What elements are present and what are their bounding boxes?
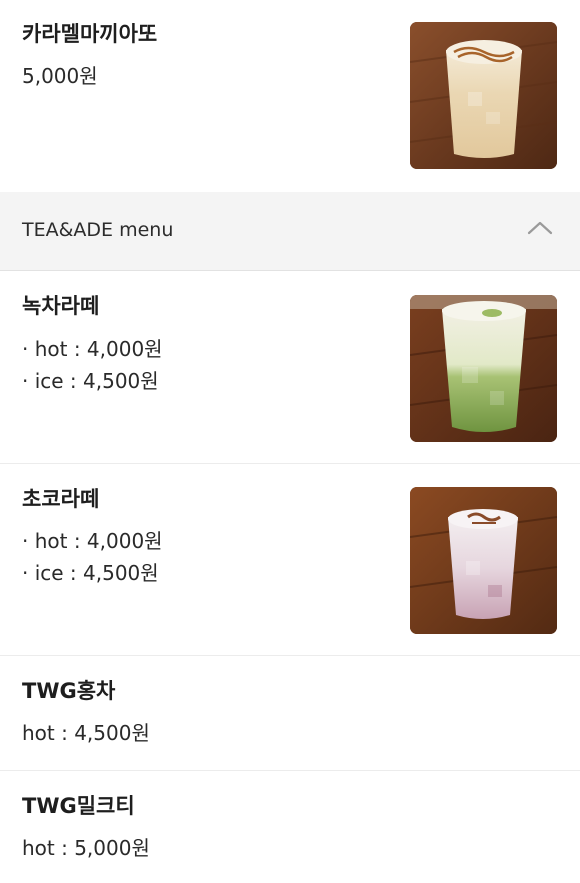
menu-item-green-tea-latte[interactable]: 녹차라떼 · hot : 4,000원 · ice : 4,500원 <box>0 271 580 464</box>
menu-item-price-ice: · ice : 4,500원 <box>22 561 159 585</box>
menu-item-name: 카라멜마끼아또 <box>22 22 158 46</box>
menu-item-photo[interactable] <box>410 22 557 169</box>
menu-item-twg-milk-tea[interactable]: TWG밀크티 hot : 5,000원 <box>0 771 580 883</box>
menu-item-caramel-macchiato[interactable]: 카라멜마끼아또 5,000원 <box>0 0 580 192</box>
chevron-up-icon[interactable] <box>525 217 555 239</box>
menu-item-price-hot: · hot : 4,000원 <box>22 529 163 553</box>
caramel-macchiato-image <box>410 22 557 169</box>
menu-item-price: 5,000원 <box>22 64 98 88</box>
menu-item-photo[interactable] <box>410 295 557 442</box>
menu-item-photo[interactable] <box>410 487 557 634</box>
menu-item-choco-latte[interactable]: 초코라떼 · hot : 4,000원 <box>0 464 580 656</box>
green-tea-latte-image <box>410 295 557 442</box>
choco-latte-image <box>410 487 557 634</box>
menu-item-name: TWG홍차 <box>22 679 116 703</box>
menu-item-name: TWG밀크티 <box>22 794 135 818</box>
menu-item-price: hot : 4,500원 <box>22 721 150 745</box>
menu-item-price-hot: · hot : 4,000원 <box>22 337 163 361</box>
menu-item-price: hot : 5,000원 <box>22 836 150 860</box>
section-title: TEA&ADE menu <box>22 219 174 241</box>
menu-item-price-ice: · ice : 4,500원 <box>22 369 159 393</box>
menu-item-name: 녹차라떼 <box>22 294 100 318</box>
menu-item-name: 초코라떼 <box>22 487 100 511</box>
section-header-tea-ade[interactable]: TEA&ADE menu <box>0 192 580 271</box>
menu-item-twg-black-tea[interactable]: TWG홍차 hot : 4,500원 <box>0 656 580 771</box>
